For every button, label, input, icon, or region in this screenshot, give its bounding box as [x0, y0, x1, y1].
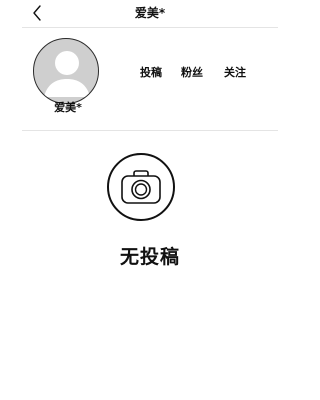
- stat-fans[interactable]: 粉丝: [181, 65, 203, 81]
- stat-posts[interactable]: 投稿: [140, 65, 162, 81]
- header-divider: [22, 27, 278, 28]
- profile-page: 爱美* 爱美* 投稿 粉丝 关注 无投稿: [0, 0, 300, 400]
- profile-stats: 投稿 粉丝 关注: [135, 65, 255, 83]
- profile-divider: [22, 130, 278, 131]
- username: 爱美*: [54, 101, 82, 114]
- empty-state-icon: [106, 152, 176, 222]
- avatar[interactable]: [33, 38, 99, 104]
- top-header: 爱美*: [0, 0, 300, 28]
- camera-icon: [107, 153, 175, 221]
- default-user-icon: [44, 51, 90, 97]
- header-title: 爱美*: [134, 6, 166, 20]
- empty-state-text: 无投稿: [119, 246, 180, 268]
- stat-following[interactable]: 关注: [224, 65, 246, 81]
